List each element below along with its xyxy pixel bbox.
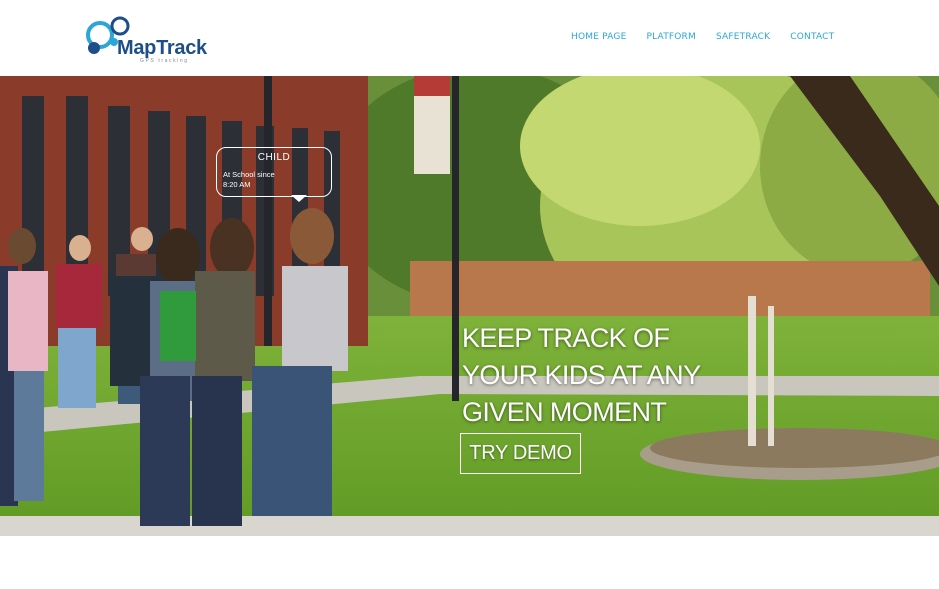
- hero-banner: CHILD At School since 8:20 AM KEEP TRACK…: [0, 76, 939, 536]
- child-status-bubble: CHILD At School since 8:20 AM: [216, 147, 332, 202]
- bubble-status: At School since 8:20 AM: [223, 170, 293, 190]
- brand-name: MapTrack: [117, 37, 207, 59]
- bubble-title: CHILD: [257, 152, 291, 163]
- maptrack-logo[interactable]: MapTrack GPS tracking: [84, 15, 214, 65]
- bubble-status-line2: 8:20 AM: [223, 180, 251, 189]
- hero-headline: KEEP TRACK OF YOUR KIDS AT ANY GIVEN MOM…: [462, 320, 701, 431]
- nav-safetrack[interactable]: SAFETRACK: [716, 32, 770, 42]
- site-header: MapTrack GPS tracking HOME PAGE PLATFORM…: [0, 0, 939, 76]
- headline-line-2: YOUR KIDS AT ANY: [462, 360, 701, 390]
- nav-contact[interactable]: CONTACT: [790, 32, 834, 42]
- try-demo-button[interactable]: TRY DEMO: [460, 433, 581, 474]
- bubble-status-line1: At School since: [223, 170, 275, 179]
- headline-line-3: GIVEN MOMENT: [462, 397, 667, 427]
- brand-tagline: GPS tracking: [140, 58, 189, 64]
- main-nav: HOME PAGE PLATFORM SAFETRACK CONTACT: [560, 32, 854, 42]
- headline-line-1: KEEP TRACK OF: [462, 323, 670, 353]
- page-bottom: [0, 536, 939, 589]
- nav-home-page[interactable]: HOME PAGE: [571, 32, 626, 42]
- nav-platform[interactable]: PLATFORM: [646, 32, 695, 42]
- bubble-tail: [291, 195, 307, 202]
